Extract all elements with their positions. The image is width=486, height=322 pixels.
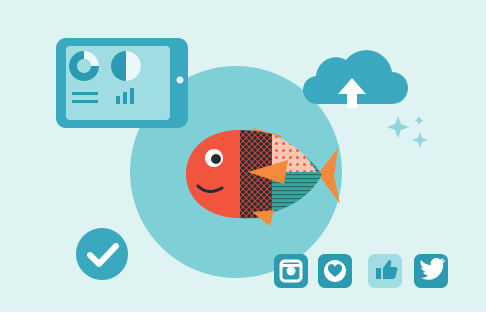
heart-icon: [318, 254, 352, 288]
white-bottom-frame: [0, 312, 486, 322]
pie-chart-icon: [111, 51, 141, 81]
illustration: [0, 0, 486, 322]
thumbs-up-icon: [368, 254, 402, 288]
check-icon: [76, 228, 128, 280]
tablet-icon: [56, 38, 188, 128]
instagram-icon: [274, 254, 308, 288]
twitter-icon: [414, 254, 448, 288]
text-line: [72, 92, 98, 95]
donut-chart-icon: [69, 51, 99, 81]
text-line: [72, 100, 98, 103]
